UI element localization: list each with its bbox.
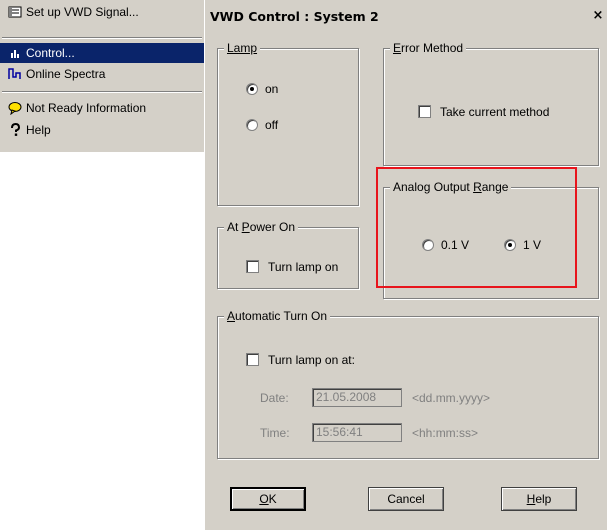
analog-1v-label: 1 V bbox=[523, 238, 542, 252]
cancel-button[interactable]: Cancel bbox=[368, 487, 444, 511]
turn-lamp-on-checkbox[interactable] bbox=[246, 260, 259, 273]
turn-lamp-on-label: Turn lamp on bbox=[268, 260, 339, 274]
menu-item-help[interactable]: Help bbox=[0, 120, 204, 140]
vwd-control-dialog: VWD Control : System 2 × Lamp on off Err… bbox=[204, 0, 607, 530]
automatic-turn-on-group: Automatic Turn On Turn lamp on at: Date:… bbox=[217, 309, 599, 459]
context-menu: Set up VWD Signal... Control... Online S… bbox=[0, 0, 204, 152]
ok-button[interactable]: OK bbox=[230, 487, 306, 511]
error-method-group: Error Method Take current method bbox=[383, 41, 599, 166]
not-ready-icon bbox=[8, 102, 22, 115]
menu-item-label: Help bbox=[26, 123, 51, 137]
close-button[interactable]: × bbox=[590, 8, 606, 23]
lamp-group-label: Lamp bbox=[224, 41, 261, 55]
menu-item-label: Set up VWD Signal... bbox=[26, 5, 139, 19]
at-power-on-label: At Power On bbox=[224, 220, 299, 234]
menu-separator bbox=[2, 91, 202, 93]
help-button[interactable]: Help bbox=[501, 487, 577, 511]
spectra-icon bbox=[8, 68, 21, 79]
date-label: Date: bbox=[260, 391, 289, 405]
control-icon bbox=[11, 50, 19, 58]
take-current-method-checkbox[interactable] bbox=[418, 105, 431, 118]
analog-output-range-group: Analog Output Range 0.1 V 1 V bbox=[383, 180, 599, 299]
automatic-turn-on-label: Automatic Turn On bbox=[224, 309, 331, 323]
lamp-off-label: off bbox=[265, 118, 279, 132]
menu-item-label: Not Ready Information bbox=[26, 101, 147, 115]
analog-01v-label: 0.1 V bbox=[441, 238, 470, 252]
menu-separator bbox=[2, 37, 202, 39]
signal-setup-icon bbox=[8, 6, 22, 18]
menu-item-not-ready[interactable]: Not Ready Information bbox=[0, 98, 204, 118]
lamp-on-radio[interactable] bbox=[246, 83, 258, 95]
lamp-group: Lamp on off bbox=[217, 41, 359, 206]
menu-item-label: Online Spectra bbox=[26, 67, 106, 81]
time-format-hint: <hh:mm:ss> bbox=[412, 426, 479, 440]
time-field[interactable]: 15:56:41 bbox=[312, 423, 402, 442]
date-format-hint: <dd.mm.yyyy> bbox=[412, 391, 491, 405]
take-current-method-label: Take current method bbox=[440, 105, 550, 119]
analog-01v-radio[interactable] bbox=[422, 239, 434, 251]
date-field[interactable]: 21.05.2008 bbox=[312, 388, 402, 407]
dialog-titlebar[interactable]: VWD Control : System 2 × bbox=[205, 5, 607, 27]
menu-item-setup-signal[interactable]: Set up VWD Signal... bbox=[0, 2, 204, 22]
time-label: Time: bbox=[260, 426, 290, 440]
error-method-group-label: Error Method bbox=[390, 41, 467, 55]
analog-output-range-label: Analog Output Range bbox=[390, 180, 512, 194]
menu-item-online-spectra[interactable]: Online Spectra bbox=[0, 64, 204, 84]
dialog-title: VWD Control : System 2 bbox=[210, 8, 379, 24]
lamp-off-radio[interactable] bbox=[246, 119, 258, 131]
turn-lamp-on-at-label: Turn lamp on at: bbox=[268, 353, 355, 367]
menu-item-control[interactable]: Control... bbox=[0, 43, 204, 63]
at-power-on-group: At Power On Turn lamp on bbox=[217, 220, 359, 289]
lamp-on-label: on bbox=[265, 82, 279, 96]
help-icon bbox=[11, 123, 21, 136]
turn-lamp-on-at-checkbox[interactable] bbox=[246, 353, 259, 366]
menu-item-label: Control... bbox=[26, 46, 75, 60]
analog-1v-radio[interactable] bbox=[504, 239, 516, 251]
